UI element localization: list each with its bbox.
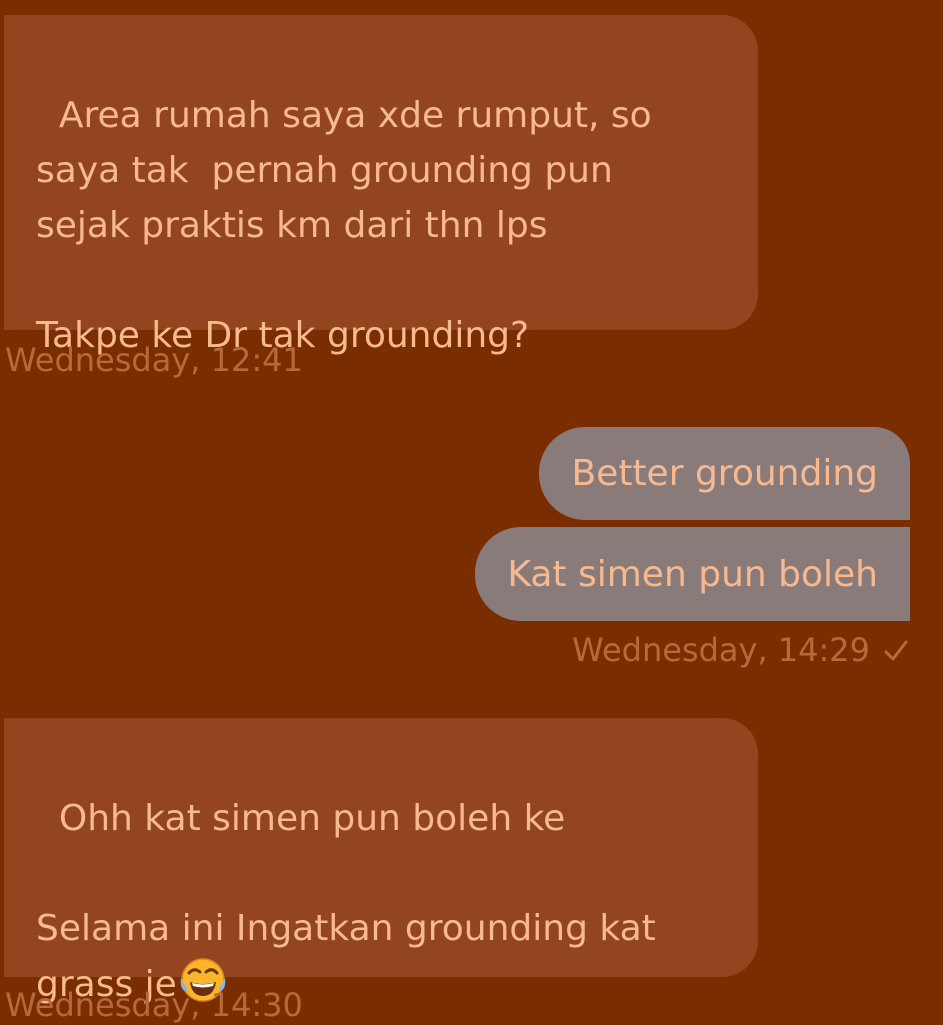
checkmark-icon — [884, 636, 908, 664]
message-text: Area rumah saya xde rumput, so saya tak … — [36, 95, 652, 356]
received-message-bubble[interactable]: Ohh kat simen pun boleh ke Selama ini In… — [4, 718, 758, 1005]
message-timestamp: Wednesday, 14:29 — [572, 631, 870, 669]
message-text: Better grounding — [571, 453, 878, 494]
message-text: Ohh kat simen pun boleh ke Selama ini In… — [36, 798, 656, 1005]
message-timestamp-row: Wednesday, 14:29 — [572, 630, 908, 670]
sent-message-bubble[interactable]: Better grounding — [539, 427, 910, 520]
received-message-bubble[interactable]: Area rumah saya xde rumput, so saya tak … — [4, 15, 758, 356]
sent-message-bubble[interactable]: Kat simen pun boleh — [475, 527, 910, 621]
message-timestamp: Wednesday, 14:30 — [5, 986, 303, 1024]
message-timestamp: Wednesday, 12:41 — [5, 341, 303, 379]
message-text: Kat simen pun boleh — [507, 553, 878, 595]
